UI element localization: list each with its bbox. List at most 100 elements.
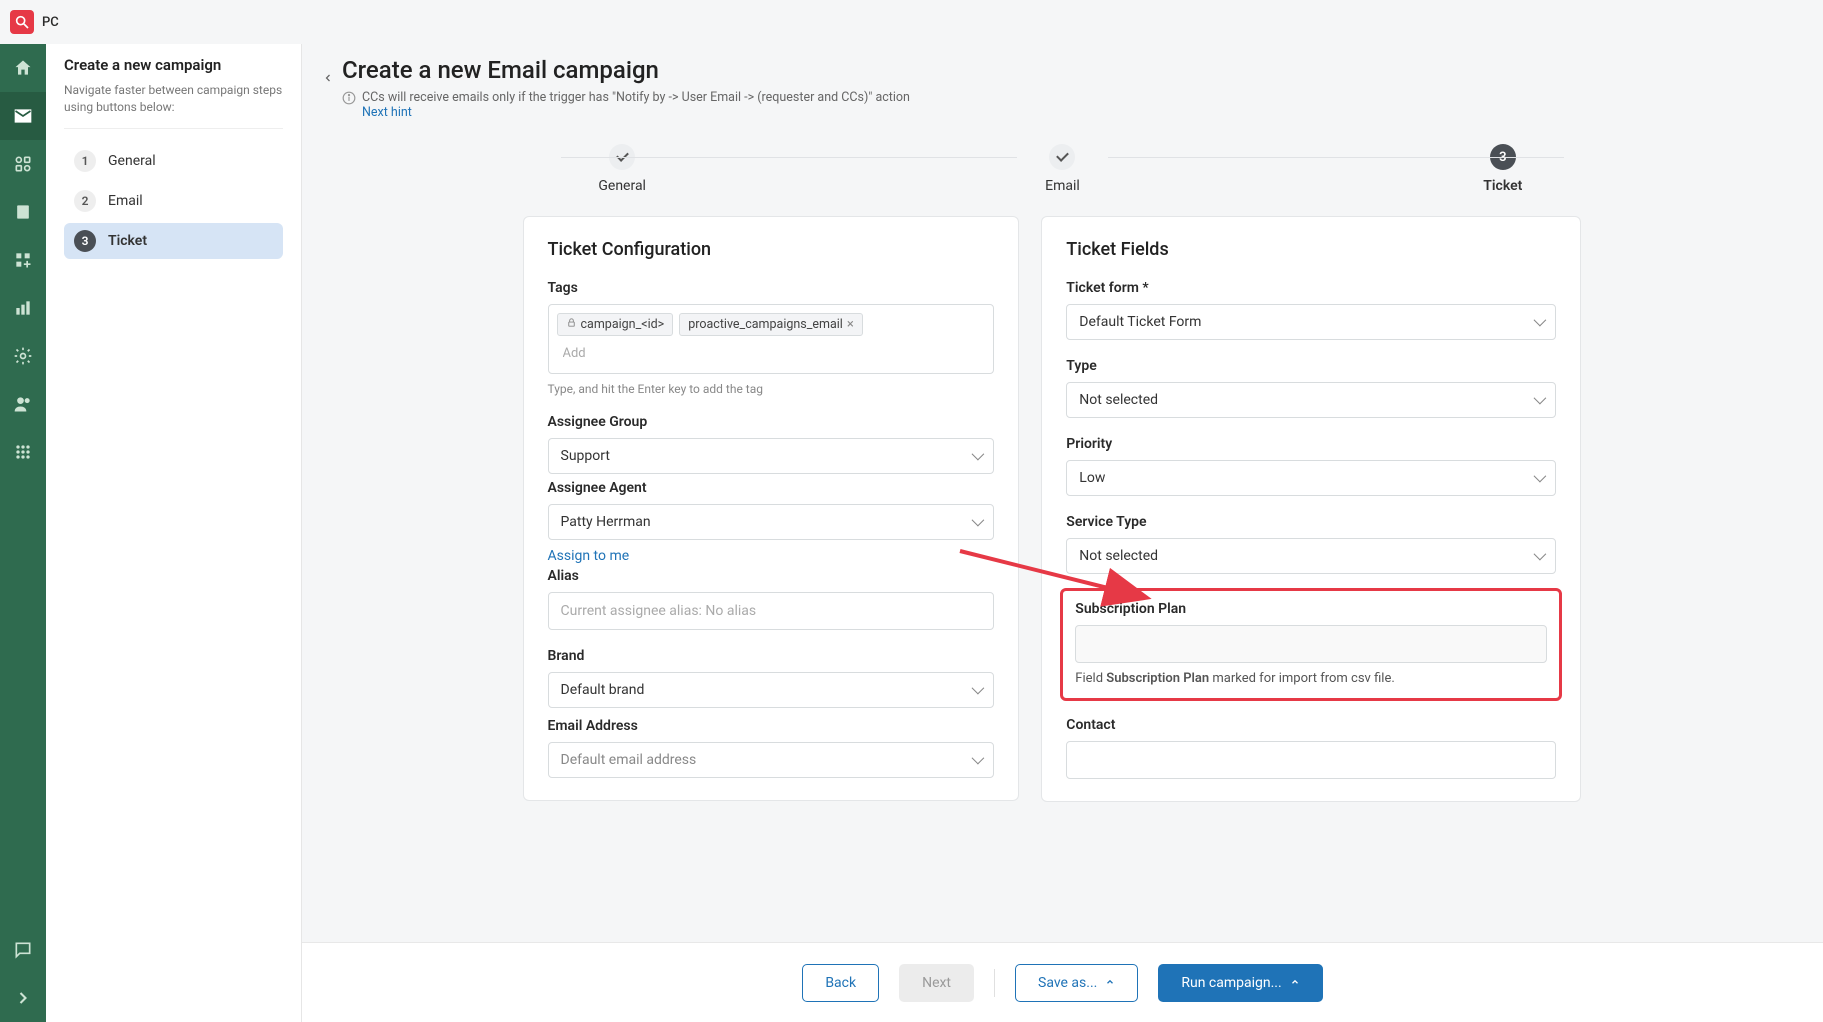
step-number: 3 <box>74 230 96 252</box>
chevron-down-icon <box>1534 470 1543 486</box>
field-label: Subscription Plan <box>1075 601 1547 617</box>
steps-panel: Create a new campaign Navigate faster be… <box>46 0 302 1022</box>
ticket-fields-card: Ticket Fields Ticket form * Default Tick… <box>1041 216 1581 802</box>
chevron-down-icon <box>972 514 981 530</box>
alias-input[interactable] <box>548 592 995 630</box>
tag-text: proactive_campaigns_email <box>688 317 843 332</box>
progress-steps: General Email 3 Ticket <box>302 126 1823 206</box>
step-label: General <box>108 153 156 169</box>
app-logo-icon <box>10 10 34 34</box>
contact-input[interactable] <box>1066 741 1556 779</box>
tags-input-box[interactable]: campaign_<id> proactive_campaigns_email … <box>548 304 995 374</box>
content-scroll[interactable]: Ticket Configuration Tags campaign_<id> <box>302 206 1823 1022</box>
rail-add-widget[interactable] <box>0 236 46 284</box>
step-label: Email <box>108 193 143 209</box>
field-label: Email Address <box>548 718 995 734</box>
tag-text: campaign_<id> <box>581 317 665 332</box>
steps-panel-subtitle: Navigate faster between campaign steps u… <box>64 82 283 129</box>
card-title: Ticket Configuration <box>548 239 995 260</box>
field-label: Tags <box>548 280 995 296</box>
step-email[interactable]: 2 Email <box>64 183 283 219</box>
run-campaign-button[interactable]: Run campaign... <box>1158 964 1322 1002</box>
rail-docs[interactable] <box>0 188 46 236</box>
back-chevron-icon[interactable] <box>314 64 342 92</box>
subscription-plan-highlight: Subscription Plan Field Subscription Pla… <box>1060 588 1562 701</box>
select-value: Default brand <box>561 682 645 698</box>
rail-chat[interactable] <box>0 926 46 974</box>
brand-select[interactable]: Default brand <box>548 672 995 708</box>
rail-settings[interactable] <box>0 332 46 380</box>
ticket-form-select[interactable]: Default Ticket Form <box>1066 304 1556 340</box>
progress-step-ticket[interactable]: 3 Ticket <box>1283 144 1723 194</box>
chevron-up-icon <box>1290 975 1300 991</box>
step-number: 1 <box>74 150 96 172</box>
field-label: Ticket form * <box>1066 280 1556 296</box>
hint-row: CCs will receive emails only if the trig… <box>342 90 1783 120</box>
main-region: Create a new Email campaign CCs will rec… <box>302 0 1823 1022</box>
chevron-down-icon <box>1534 392 1543 408</box>
field-label: Contact <box>1066 717 1556 733</box>
service-type-field: Service Type Not selected <box>1066 514 1556 574</box>
card-title: Ticket Fields <box>1066 239 1556 260</box>
assignee-agent-field: Assignee Agent Patty Herrman Assign to m… <box>548 480 995 564</box>
chevron-down-icon <box>972 682 981 698</box>
rail-expand[interactable] <box>0 974 46 1022</box>
step-ticket[interactable]: 3 Ticket <box>64 223 283 259</box>
step-general[interactable]: 1 General <box>64 143 283 179</box>
tags-add-input[interactable] <box>557 342 986 365</box>
field-label: Assignee Agent <box>548 480 995 496</box>
ticket-config-card: Ticket Configuration Tags campaign_<id> <box>523 216 1020 801</box>
rail-users[interactable] <box>0 380 46 428</box>
footer-separator <box>994 969 995 997</box>
subscription-plan-note: Field Subscription Plan marked for impor… <box>1075 671 1547 686</box>
contact-field: Contact <box>1066 717 1556 779</box>
button-label: Save as... <box>1038 975 1097 991</box>
progress-step-label: Ticket <box>1483 178 1522 194</box>
top-bar: PC <box>0 0 1823 44</box>
rail-analytics[interactable] <box>0 284 46 332</box>
progress-step-label: Email <box>1045 178 1080 194</box>
back-button[interactable]: Back <box>802 964 879 1002</box>
subscription-plan-input[interactable] <box>1075 625 1547 663</box>
type-field: Type Not selected <box>1066 358 1556 418</box>
priority-select[interactable]: Low <box>1066 460 1556 496</box>
assignee-agent-select[interactable]: Patty Herrman <box>548 504 995 540</box>
nav-rail <box>0 0 46 1022</box>
save-as-button[interactable]: Save as... <box>1015 964 1138 1002</box>
step-label: Ticket <box>108 233 147 249</box>
rail-mail[interactable] <box>0 92 46 140</box>
assign-to-me-link[interactable]: Assign to me <box>548 548 630 564</box>
chevron-down-icon <box>1534 314 1543 330</box>
alias-field: Alias <box>548 568 995 630</box>
info-icon <box>342 91 356 109</box>
next-hint-link[interactable]: Next hint <box>362 105 412 120</box>
assignee-group-select[interactable]: Support <box>548 438 995 474</box>
field-label: Priority <box>1066 436 1556 452</box>
email-address-field: Email Address Default email address <box>548 718 995 778</box>
rail-home[interactable] <box>0 44 46 92</box>
progress-step-label: General <box>598 178 646 194</box>
progress-step-email[interactable]: Email <box>842 144 1282 194</box>
next-button: Next <box>899 964 974 1002</box>
remove-tag-icon[interactable]: × <box>847 318 854 331</box>
assignee-group-field: Assignee Group Support <box>548 414 995 474</box>
email-address-select[interactable]: Default email address <box>548 742 995 778</box>
select-value: Support <box>561 448 610 464</box>
type-select[interactable]: Not selected <box>1066 382 1556 418</box>
rail-apps[interactable] <box>0 140 46 188</box>
check-icon <box>1049 144 1075 170</box>
progress-step-general[interactable]: General <box>402 144 842 194</box>
lock-icon <box>566 317 577 332</box>
chevron-down-icon <box>972 448 981 464</box>
rail-grid[interactable] <box>0 428 46 476</box>
step-number: 2 <box>74 190 96 212</box>
tags-field: Tags campaign_<id> proactive_campaigns_e… <box>548 280 995 396</box>
hint-text: CCs will receive emails only if the trig… <box>362 90 910 105</box>
tag-chip: proactive_campaigns_email × <box>679 313 863 336</box>
select-value: Default email address <box>561 752 697 768</box>
button-label: Run campaign... <box>1181 975 1281 991</box>
service-type-select[interactable]: Not selected <box>1066 538 1556 574</box>
select-value: Low <box>1079 470 1105 486</box>
select-value: Patty Herrman <box>561 514 651 530</box>
select-value: Default Ticket Form <box>1079 314 1201 330</box>
